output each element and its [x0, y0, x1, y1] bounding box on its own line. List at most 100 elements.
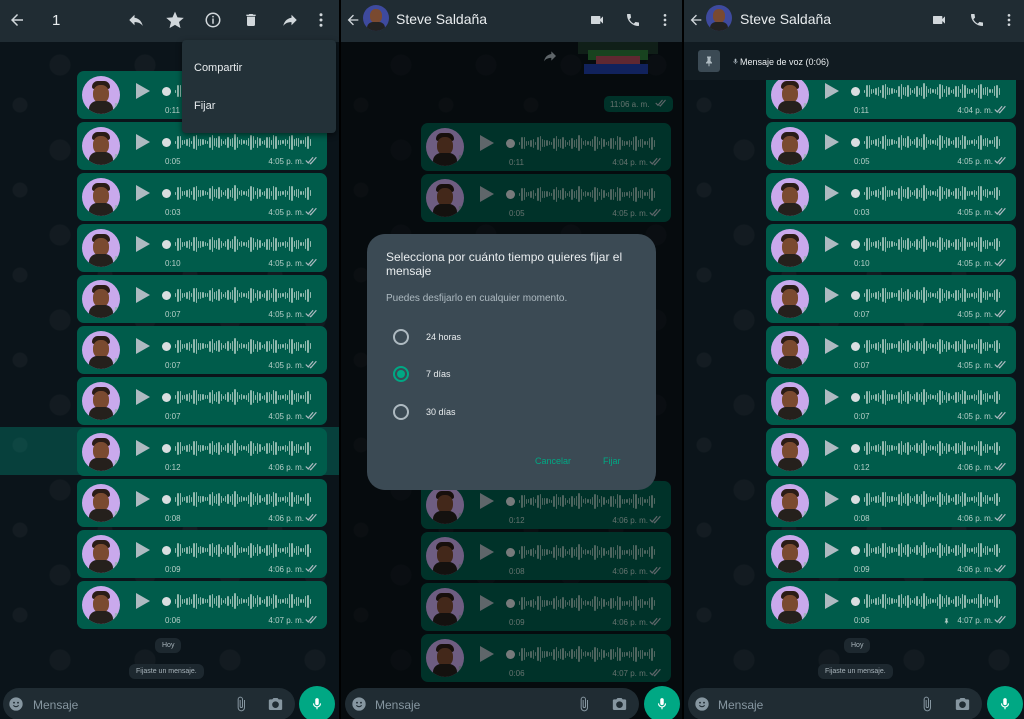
playback-scrubber[interactable]	[162, 495, 171, 504]
back-arrow-icon[interactable]	[345, 12, 361, 28]
sender-avatar[interactable]	[82, 331, 120, 369]
emoji-icon[interactable]	[8, 696, 24, 712]
pinned-message-bar[interactable]: Mensaje de voz (0:06)	[684, 42, 1024, 80]
sender-avatar[interactable]	[771, 331, 809, 369]
message-input[interactable]: Mensaje	[688, 688, 982, 719]
emoji-icon[interactable]	[351, 696, 367, 712]
sender-avatar[interactable]	[82, 484, 120, 522]
camera-icon[interactable]	[954, 696, 971, 712]
mic-button[interactable]	[987, 686, 1023, 719]
voice-message-bubble[interactable]: 0:07 4:05 p. m.	[766, 275, 1016, 323]
phone-icon[interactable]	[969, 12, 985, 28]
playback-scrubber[interactable]	[162, 342, 171, 351]
playback-scrubber[interactable]	[851, 240, 860, 249]
more-options-icon[interactable]	[661, 12, 669, 28]
message-input[interactable]: Mensaje	[3, 688, 295, 719]
waveform[interactable]	[864, 336, 1000, 356]
playback-scrubber[interactable]	[162, 546, 171, 555]
waveform[interactable]	[864, 540, 1000, 560]
voice-message-bubble[interactable]: 0:08 4:06 p. m.	[766, 479, 1016, 527]
camera-icon[interactable]	[611, 696, 628, 712]
waveform[interactable]	[175, 540, 311, 560]
sender-avatar[interactable]	[82, 280, 120, 318]
playback-scrubber[interactable]	[851, 444, 860, 453]
sender-avatar[interactable]	[771, 382, 809, 420]
voice-message-bubble[interactable]: 0:12 4:06 p. m.	[77, 428, 327, 476]
playback-scrubber[interactable]	[162, 138, 171, 147]
sender-avatar[interactable]	[771, 76, 809, 114]
waveform[interactable]	[864, 81, 1000, 101]
playback-scrubber[interactable]	[162, 597, 171, 606]
waveform[interactable]	[864, 285, 1000, 305]
cancel-button[interactable]: Cancelar	[535, 456, 571, 466]
playback-scrubber[interactable]	[851, 291, 860, 300]
attach-icon[interactable]	[919, 696, 935, 712]
sender-avatar[interactable]	[82, 433, 120, 471]
attach-icon[interactable]	[233, 696, 249, 712]
playback-scrubber[interactable]	[851, 597, 860, 606]
play-icon[interactable]	[136, 134, 150, 150]
voice-message-bubble[interactable]: 0:10 4:05 p. m.	[77, 224, 327, 272]
playback-scrubber[interactable]	[162, 240, 171, 249]
waveform[interactable]	[864, 387, 1000, 407]
voice-message-bubble[interactable]: 0:03 4:05 p. m.	[77, 173, 327, 221]
info-icon[interactable]	[204, 11, 222, 29]
voice-message-bubble[interactable]: 0:09 4:06 p. m.	[766, 530, 1016, 578]
menu-item-share[interactable]: Compartir	[194, 62, 242, 74]
playback-scrubber[interactable]	[162, 87, 171, 96]
voice-message-bubble[interactable]: 0:07 4:05 p. m.	[766, 326, 1016, 374]
play-icon[interactable]	[825, 185, 839, 201]
play-icon[interactable]	[136, 593, 150, 609]
play-icon[interactable]	[136, 440, 150, 456]
play-icon[interactable]	[825, 83, 839, 99]
play-icon[interactable]	[825, 287, 839, 303]
waveform[interactable]	[175, 489, 311, 509]
contact-avatar[interactable]	[706, 5, 732, 31]
contact-avatar[interactable]	[363, 5, 389, 31]
waveform[interactable]	[864, 183, 1000, 203]
voice-message-bubble[interactable]: 0:12 4:06 p. m.	[766, 428, 1016, 476]
waveform[interactable]	[175, 591, 311, 611]
menu-item-pin[interactable]: Fijar	[194, 100, 215, 112]
back-arrow-icon[interactable]	[8, 11, 26, 29]
phone-icon[interactable]	[625, 12, 641, 28]
play-icon[interactable]	[136, 491, 150, 507]
sender-avatar[interactable]	[82, 535, 120, 573]
playback-scrubber[interactable]	[851, 546, 860, 555]
waveform[interactable]	[175, 234, 311, 254]
voice-message-bubble[interactable]: 0:07 4:05 p. m.	[766, 377, 1016, 425]
waveform[interactable]	[864, 591, 1000, 611]
more-options-icon[interactable]	[1005, 12, 1013, 28]
voice-message-bubble[interactable]: 0:07 4:05 p. m.	[77, 377, 327, 425]
playback-scrubber[interactable]	[851, 342, 860, 351]
sender-avatar[interactable]	[771, 433, 809, 471]
voice-message-bubble[interactable]: 0:09 4:06 p. m.	[77, 530, 327, 578]
playback-scrubber[interactable]	[162, 189, 171, 198]
play-icon[interactable]	[825, 440, 839, 456]
option-24-hours[interactable]: 24 horas	[393, 327, 593, 347]
sender-avatar[interactable]	[82, 382, 120, 420]
sender-avatar[interactable]	[82, 178, 120, 216]
video-call-icon[interactable]	[587, 12, 607, 28]
voice-message-bubble[interactable]: 0:08 4:06 p. m.	[77, 479, 327, 527]
waveform[interactable]	[175, 285, 311, 305]
voice-message-bubble[interactable]: 0:07 4:05 p. m.	[77, 275, 327, 323]
sender-avatar[interactable]	[771, 127, 809, 165]
voice-message-bubble[interactable]: 0:10 4:05 p. m.	[766, 224, 1016, 272]
waveform[interactable]	[175, 438, 311, 458]
sender-avatar[interactable]	[771, 484, 809, 522]
play-icon[interactable]	[825, 491, 839, 507]
radio-button[interactable]	[393, 329, 409, 345]
camera-icon[interactable]	[267, 696, 284, 712]
sender-avatar[interactable]	[82, 127, 120, 165]
star-icon[interactable]	[165, 10, 185, 30]
waveform[interactable]	[175, 132, 311, 152]
play-icon[interactable]	[136, 287, 150, 303]
waveform[interactable]	[175, 336, 311, 356]
waveform[interactable]	[864, 489, 1000, 509]
play-icon[interactable]	[136, 338, 150, 354]
back-arrow-icon[interactable]	[688, 12, 704, 28]
voice-message-bubble[interactable]: 0:06 4:07 p. m.	[766, 581, 1016, 629]
mic-button[interactable]	[299, 686, 335, 719]
more-options-icon[interactable]	[316, 11, 326, 29]
